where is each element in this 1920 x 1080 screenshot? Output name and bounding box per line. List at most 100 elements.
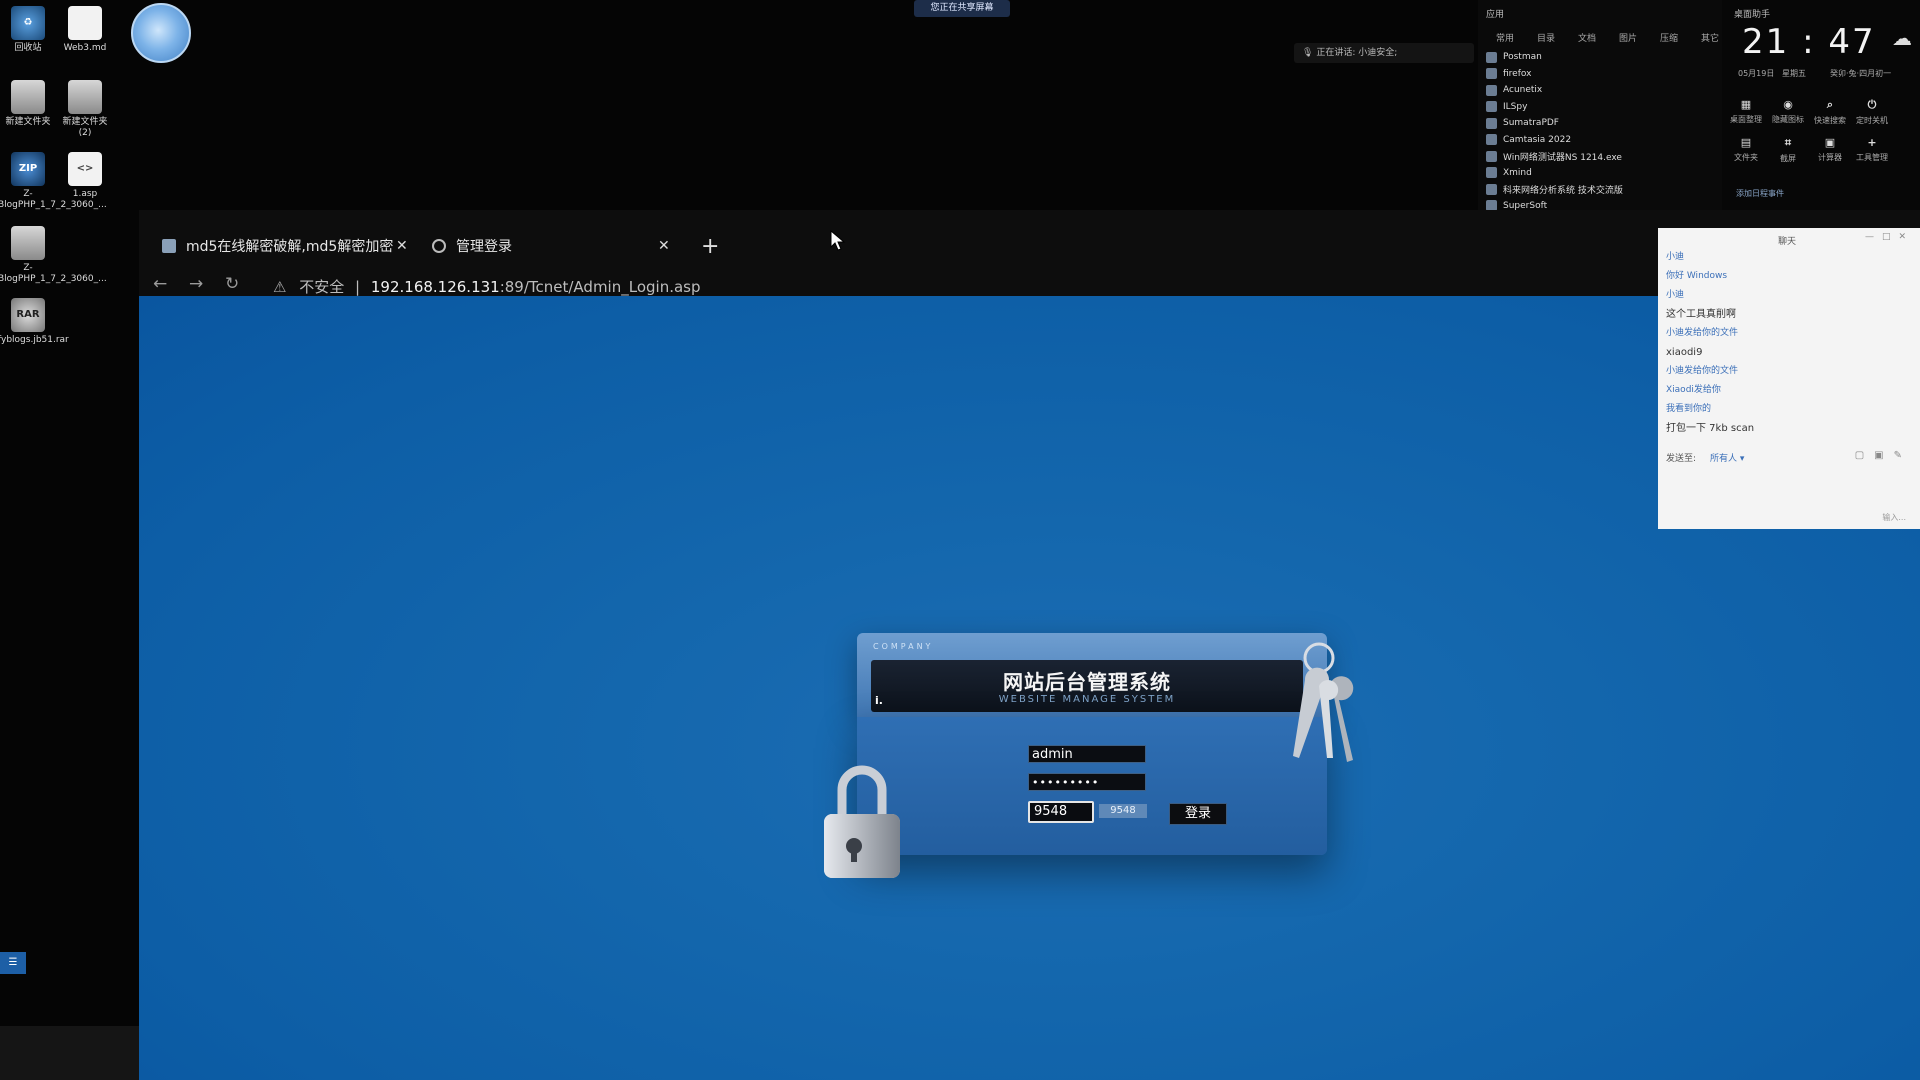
app-icon (1486, 51, 1497, 63)
site-favicon-icon (162, 239, 176, 253)
captcha-input[interactable]: 9548 (1028, 801, 1094, 823)
add-event-link[interactable]: 添加日程事件 (1736, 188, 1784, 199)
qa-organize[interactable]: ▦ 桌面整理 (1726, 98, 1766, 125)
chat-message: 小迪 (1666, 290, 1685, 300)
calculator-icon: ▣ (1824, 136, 1836, 149)
system-title: 网站后台管理系统 (1003, 670, 1171, 694)
desktop-icon-folder-2[interactable]: 新建文件夹 (2) (55, 80, 115, 139)
desktop-icon-zblog-folder[interactable]: Z-BlogPHP_1_7_2_3060_... (0, 226, 107, 285)
launcher-tab[interactable]: 常用 (1496, 31, 1537, 44)
tab-title: md5在线解密破解,md5解密加密 (186, 239, 394, 255)
company-label: COMPANY (873, 642, 934, 651)
chat-message: Xiaodi发给你 (1666, 385, 1721, 395)
launcher-item-network-tester[interactable]: Win网络测试器NS 1214.exe (1486, 148, 1623, 165)
app-icon (1486, 183, 1497, 195)
new-tab-button[interactable]: + (701, 234, 719, 259)
plus-icon: + (1867, 136, 1877, 149)
speaking-indicator: 🎙 正在讲话: 小迪安全; (1294, 43, 1474, 63)
app-label: Camtasia 2022 (1503, 134, 1572, 145)
chat-message: xiaodi9 (1666, 347, 1703, 358)
desktop-icon-asp[interactable]: <> 1.asp (55, 152, 115, 200)
launcher-item-ilspy[interactable]: ILSpy (1486, 99, 1623, 116)
microphone-icon: 🎙 (1302, 48, 1314, 58)
qa-shutdown[interactable]: ⏻ 定时关机 (1852, 98, 1892, 126)
desktop-icon-label: Z-BlogPHP_1_7_2_3060_... (0, 263, 107, 284)
qa-search[interactable]: ⌕ 快速搜索 (1810, 98, 1850, 126)
launcher-item-camtasia[interactable]: Camtasia 2022 (1486, 132, 1623, 149)
app-label: Acunetix (1503, 85, 1543, 96)
launcher-tabs: 常用 目录 文档 图片 压缩 其它 (1496, 31, 1742, 44)
qa-label: 文件夹 (1734, 153, 1758, 162)
recycle-bin-icon: ♻ (11, 6, 45, 40)
chat-message: 我看到你的 (1666, 404, 1712, 414)
chat-message: 这个工具真削啊 (1666, 309, 1736, 320)
app-label: ILSpy (1503, 101, 1528, 112)
launcher-app-list: Postman firefox Acunetix ILSpy SumatraPD… (1486, 49, 1623, 214)
password-field[interactable]: ••••••••• (1028, 773, 1146, 791)
qa-label: 截屏 (1780, 154, 1796, 163)
close-icon[interactable]: ✕ (396, 238, 408, 254)
username-field[interactable]: admin (1028, 745, 1146, 763)
panel-title: 桌面助手 (1734, 10, 1771, 20)
chat-message: 小迪发给你的文件 (1666, 366, 1739, 376)
launcher-tab[interactable]: 压缩 (1660, 31, 1701, 44)
launcher-item-xmind[interactable]: Xmind (1486, 165, 1623, 182)
login-panel: COMPANY 网站后台管理系统 WEBSITE MANAGE SYSTEM i… (857, 633, 1327, 855)
desktop-icon-web3md[interactable]: Web3.md (55, 6, 115, 54)
launcher-item-acunetix[interactable]: Acunetix (1486, 82, 1623, 99)
tab-strip: md5在线解密破解,md5解密加密 ✕ 管理登录 ✕ + (139, 220, 1920, 272)
search-icon: ⌕ (1826, 98, 1834, 111)
clock-lunar: 癸卯·兔·四月初一 (1830, 69, 1892, 78)
launcher-item-postman[interactable]: Postman (1486, 49, 1623, 66)
qa-calculator[interactable]: ▣ 计算器 (1810, 136, 1850, 163)
desktop-icon-fyblogs-rar[interactable]: RAR fyblogs.jb51.rar (0, 298, 69, 346)
folder-icon (68, 80, 102, 114)
app-icon (1486, 117, 1497, 129)
qa-hide-icons[interactable]: ◉ 隐藏图标 (1768, 98, 1808, 125)
desktop-icon-label: 新建文件夹 (5, 117, 51, 127)
send-to-dropdown[interactable]: 所有人 ▾ (1710, 451, 1744, 464)
address-host: 192.168.126.131 (370, 278, 500, 296)
mouse-cursor-icon (830, 230, 846, 251)
tab-admin-login[interactable]: 管理登录 ✕ (432, 228, 672, 264)
login-button[interactable]: 登录 (1169, 803, 1227, 825)
side-menu-button[interactable]: ☰ (0, 952, 26, 974)
captcha-image[interactable]: 9548 (1099, 804, 1147, 818)
window-controls[interactable]: —□✕ (1865, 232, 1914, 242)
back-arrow-icon[interactable]: ← (153, 274, 167, 294)
qa-folder[interactable]: ▤ 文件夹 (1726, 136, 1766, 163)
qa-label: 定时关机 (1856, 116, 1888, 125)
qa-tools[interactable]: + 工具管理 (1852, 136, 1892, 163)
launcher-tab[interactable]: 图片 (1619, 31, 1660, 44)
desktop-icon-label: 1.asp (72, 189, 98, 199)
app-label: SumatraPDF (1503, 118, 1559, 129)
crop-icon: ⌗ (1784, 136, 1792, 149)
tab-md5[interactable]: md5在线解密破解,md5解密加密 ✕ (162, 228, 408, 264)
chat-input-hint[interactable]: 输入... (1882, 512, 1906, 523)
app-label: Win网络测试器NS 1214.exe (1503, 152, 1622, 163)
forward-arrow-icon[interactable]: → (189, 274, 203, 294)
desktop-icon-recycle-bin[interactable]: ♻ 回收站 (0, 6, 58, 54)
grid-icon: ▦ (1740, 98, 1752, 111)
desktop-icon-folder[interactable]: 新建文件夹 (0, 80, 58, 128)
app-icon (1486, 150, 1497, 162)
desktop-icon-label: fyblogs.jb51.rar (0, 335, 69, 345)
launcher-tab[interactable]: 目录 (1537, 31, 1578, 44)
address-bar[interactable]: ⚠ 不安全 | 192.168.126.131:89/Tcnet/Admin_L… (273, 276, 701, 297)
desktop-icon-zblog-zip[interactable]: ZIP Z-BlogPHP_1_7_2_3060_... (0, 152, 107, 211)
app-label: Xmind (1503, 167, 1532, 178)
padlock-icon (824, 765, 900, 878)
login-banner: 网站后台管理系统 WEBSITE MANAGE SYSTEM i. (871, 660, 1303, 712)
app-icon (1486, 167, 1497, 179)
close-icon[interactable]: ✕ (658, 238, 670, 254)
avatar[interactable] (131, 3, 191, 63)
chat-tool-icons[interactable]: ▢▣✎ (1855, 450, 1912, 461)
launcher-item-sumatrapdf[interactable]: SumatraPDF (1486, 115, 1623, 132)
screen-share-notice[interactable]: 您正在共享屏幕 (914, 0, 1010, 17)
launcher-item-firefox[interactable]: firefox (1486, 66, 1623, 83)
launcher-item-colasoft[interactable]: 科来网络分析系统 技术交流版 (1486, 181, 1623, 198)
reload-icon[interactable]: ↻ (225, 274, 239, 294)
qa-screenshot[interactable]: ⌗ 截屏 (1768, 136, 1808, 164)
launcher-tab[interactable]: 文档 (1578, 31, 1619, 44)
rar-archive-icon: RAR (11, 298, 45, 332)
